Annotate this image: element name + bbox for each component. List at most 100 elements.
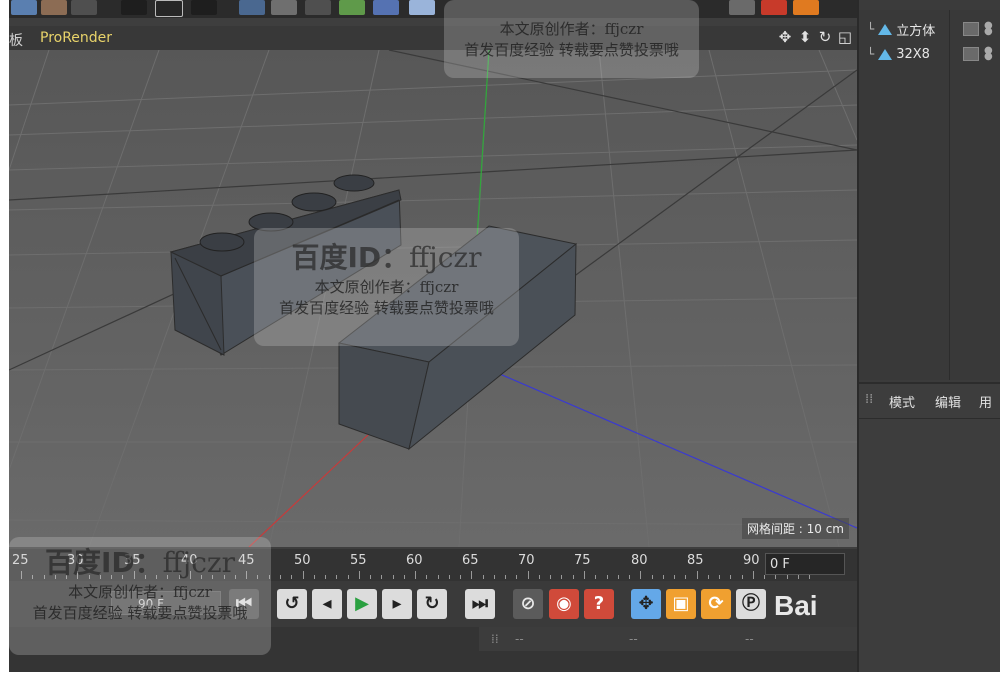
viewport-nav-icons: ✥ ⬍ ↻ ◱ (777, 28, 853, 46)
watermark-notice: 首发百度经验 转载要点赞投票哦 (279, 299, 494, 317)
cube-object-icon (878, 48, 893, 60)
rotate-view-icon[interactable]: ↻ (817, 28, 833, 46)
timeline-tick (493, 575, 495, 579)
timeline-tick (707, 575, 709, 579)
current-frame-field[interactable]: 0 F (765, 553, 845, 575)
scale-key-icon[interactable]: ▣ (666, 589, 696, 619)
coord-placeholder: -- (745, 632, 754, 646)
timeline-tick (336, 575, 338, 579)
timeline-tick (279, 575, 281, 579)
toolbar-icon-1[interactable] (11, 0, 37, 15)
attribute-tabs: ⁞⁞ 模式 编辑 用 (859, 390, 1000, 412)
object-row[interactable]: └ 立方体 ● ● (867, 18, 993, 40)
timeline-tick (516, 575, 518, 579)
tab-mode[interactable]: 模式 (889, 392, 915, 411)
timeline-tick (550, 575, 552, 579)
tick-label: 65 (462, 553, 479, 568)
object-label: 立方体 (896, 23, 936, 39)
toolbar-icon-6[interactable] (191, 0, 217, 15)
dolly-view-icon[interactable]: ⬍ (797, 28, 813, 46)
timeline-tick (460, 575, 462, 579)
toolbar-icon-5[interactable] (155, 0, 183, 17)
timeline-tick (651, 575, 653, 579)
goto-prev-key-icon[interactable]: ↺ (277, 589, 307, 619)
right-panel: └ 立方体 ● ● └ 32X8 ● ● ⁞⁞ 模式 编辑 用 (857, 0, 1000, 672)
tick-label: 75 (574, 553, 591, 568)
toolbar-icon-3[interactable] (71, 0, 97, 15)
main-toolbar (9, 0, 857, 18)
timeline-tick (538, 575, 540, 579)
tree-line-icon: └ (867, 22, 875, 36)
timeline-tick (471, 571, 473, 579)
goto-next-key-icon[interactable]: ↻ (417, 589, 447, 619)
move-view-icon[interactable]: ✥ (777, 28, 793, 46)
timeline-tick (741, 575, 743, 579)
next-frame-icon[interactable]: ▸ (382, 589, 412, 619)
autokey-icon[interactable]: ◉ (549, 589, 579, 619)
watermark-id-value: ffjczr (162, 546, 236, 579)
toggle-view-icon[interactable]: ◱ (837, 28, 853, 46)
timeline-tick (752, 571, 754, 579)
viewport-menu-prorender[interactable]: ProRender (40, 30, 112, 46)
timeline-tick (685, 575, 687, 579)
play-icon[interactable]: ▶ (347, 589, 377, 619)
viewport-menu-panel[interactable]: 板 (9, 30, 23, 50)
object-manager: └ 立方体 ● ● └ 32X8 ● ● (859, 10, 1000, 380)
timeline-tick (595, 575, 597, 579)
toolbar-icon-2[interactable] (41, 0, 67, 15)
timeline-tick (629, 575, 631, 579)
watermark-id-prefix: 百度ID： (44, 546, 163, 579)
watermark-id-value: ffjczr (409, 241, 482, 274)
tab-user[interactable]: 用 (979, 392, 992, 411)
visibility-tag-icon[interactable] (963, 22, 979, 36)
timeline-tick (415, 571, 417, 579)
goto-end-icon[interactable]: ⏭ (465, 589, 495, 619)
watermark-notice: 首发百度经验 转载要点赞投票哦 (32, 604, 248, 622)
tick-label: 50 (294, 553, 311, 568)
timeline-tick (606, 575, 608, 579)
visibility-tag-icon[interactable] (963, 47, 979, 61)
timeline-tick (584, 571, 585, 579)
timeline-tick (448, 575, 450, 579)
coordinates-header: ⁞⁞ -- -- -- (479, 627, 857, 651)
watermark-id: 百度ID：ffjczr (9, 541, 271, 581)
toolbar-icon-8[interactable] (271, 0, 297, 15)
toolbar-icon-7[interactable] (239, 0, 265, 15)
timeline-tick (291, 575, 293, 579)
toolbar-icon-15[interactable] (793, 0, 819, 15)
watermark-author: 本文原创作者：ffjczr (499, 20, 644, 38)
attribute-manager: ⁞⁞ 模式 编辑 用 (859, 382, 1000, 672)
tick-label: 90 (743, 553, 760, 568)
toolbar-icon-12[interactable] (409, 0, 435, 15)
object-label: 32X8 (896, 46, 930, 62)
render-dots-icon[interactable]: ● ● (984, 46, 993, 62)
tab-edit[interactable]: 编辑 (935, 392, 961, 411)
tick-label: 85 (687, 553, 704, 568)
timeline-tick (719, 575, 721, 579)
toolbar-icon-11[interactable] (373, 0, 399, 15)
watermark-id: 百度ID：ffjczr (254, 236, 519, 276)
grid-spacing-label: 网格间距 : 10 cm (741, 518, 849, 539)
render-dots-icon[interactable]: ● ● (984, 21, 993, 37)
object-row[interactable]: └ 32X8 ● ● (867, 43, 993, 65)
param-key-icon[interactable]: Ⓟ (736, 589, 766, 619)
toolbar-icon-9[interactable] (305, 0, 331, 15)
timeline-tick (426, 575, 428, 579)
toolbar-icon-13[interactable] (729, 0, 755, 15)
cube-object-icon (878, 23, 893, 35)
timeline-tick (347, 575, 349, 579)
watermark-center: 百度ID：ffjczr 本文原创作者：ffjczr 首发百度经验 转载要点赞投票… (254, 228, 519, 346)
keyframe-help-icon[interactable]: ? (584, 589, 614, 619)
rotate-key-icon[interactable]: ⟳ (701, 589, 731, 619)
timeline-tick (572, 575, 574, 579)
timeline-tick (617, 575, 619, 579)
tick-label: 55 (350, 553, 367, 568)
toolbar-icon-10[interactable] (339, 0, 365, 15)
toolbar-icon-14[interactable] (761, 0, 787, 15)
move-key-icon[interactable]: ✥ (631, 589, 661, 619)
prev-frame-icon[interactable]: ◂ (312, 589, 342, 619)
watermark-author: 本文原创作者：ffjczr (314, 278, 459, 296)
toolbar-icon-4[interactable] (121, 0, 147, 15)
tick-label: 60 (406, 553, 423, 568)
record-disabled-icon[interactable]: ⊘ (513, 589, 543, 619)
